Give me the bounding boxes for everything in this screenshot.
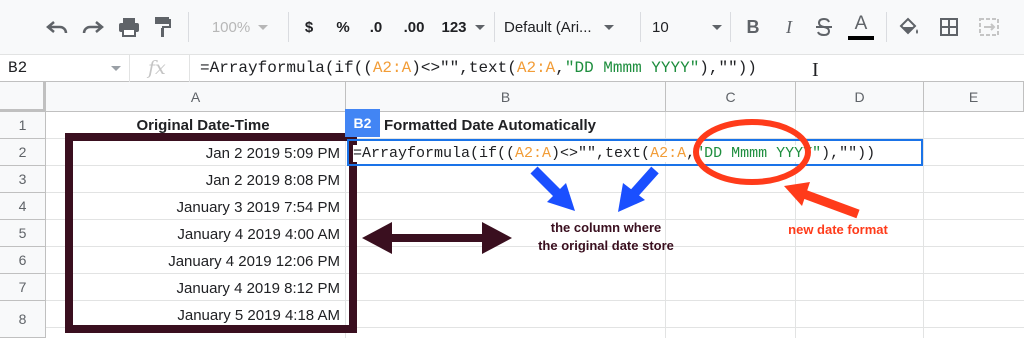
redo-icon[interactable] — [80, 13, 106, 41]
text-color-swatch — [848, 35, 874, 40]
paint-format-icon[interactable] — [150, 13, 176, 41]
font-size-select[interactable]: 10 — [652, 13, 722, 41]
blue-arrow-icon — [530, 166, 575, 211]
chevron-down-icon — [258, 24, 269, 30]
toolbar-divider — [494, 12, 495, 42]
annotation-overlay — [362, 119, 860, 254]
formula-string: "DD Mmmm YYYY" — [564, 59, 700, 77]
toolbar-divider — [640, 12, 641, 42]
toolbar-divider — [886, 12, 887, 42]
spreadsheet-grid: A B C D E 1 2 3 4 5 6 7 8 Original Date-… — [0, 82, 1024, 338]
formula-bar: B2 fx =Arrayformula(if((A2:A)<>"",text(A… — [0, 54, 1024, 82]
fill-color-icon[interactable] — [896, 13, 922, 41]
red-arrow-icon — [784, 182, 860, 219]
formula-part: =Arrayformula(if(( — [200, 59, 373, 77]
text-cursor-icon: I — [812, 59, 819, 81]
blue-arrow-icon — [618, 166, 659, 212]
undo-icon[interactable] — [44, 13, 70, 41]
formula-part: )<>"",text( — [411, 59, 517, 77]
toolbar-divider — [288, 12, 289, 42]
font-size-value: 10 — [652, 18, 669, 36]
toolbar-divider — [188, 12, 189, 42]
formula-part: ),"")) — [699, 59, 757, 77]
more-formats-label: 123 — [441, 18, 467, 36]
fx-icon: fx — [140, 55, 190, 82]
currency-format-button[interactable]: $ — [298, 13, 320, 41]
print-icon[interactable] — [116, 13, 142, 41]
red-highlight-ellipse — [693, 119, 811, 185]
font-family-select[interactable]: Default (Ari... — [504, 13, 634, 41]
zoom-select[interactable]: 100% — [200, 13, 280, 41]
strikethrough-icon[interactable] — [812, 13, 836, 41]
chevron-down-icon — [474, 24, 485, 30]
zoom-value: 100% — [211, 18, 251, 36]
toolbar: 100% $ % .0 .00 123 Default (Ari... 10 B… — [0, 0, 1024, 54]
chevron-down-icon — [603, 24, 614, 30]
formula-part: , — [555, 59, 565, 77]
name-box-value: B2 — [8, 59, 28, 77]
chevron-down-icon — [712, 24, 722, 30]
borders-icon[interactable] — [936, 13, 962, 41]
text-color-button[interactable]: A — [848, 13, 874, 41]
name-box[interactable]: B2 — [0, 55, 130, 82]
font-family-value: Default (Ari... — [504, 18, 592, 36]
italic-button[interactable]: I — [778, 13, 800, 41]
percent-format-button[interactable]: % — [332, 13, 354, 41]
column-note-line1: the column where — [550, 220, 662, 235]
format-note: new date format — [788, 222, 888, 237]
formula-range: A2:A — [372, 59, 412, 77]
text-color-label: A — [854, 12, 868, 34]
column-note-line2: the original date store — [538, 238, 674, 253]
bold-button[interactable]: B — [742, 13, 764, 41]
double-arrow-icon — [362, 222, 512, 254]
increase-decimal-button[interactable]: .00 — [398, 13, 430, 41]
formula-input[interactable]: =Arrayformula(if((A2:A)<>"",text(A2:A,"D… — [200, 59, 757, 77]
toolbar-divider — [730, 12, 731, 42]
chevron-down-icon — [111, 66, 121, 71]
decrease-decimal-button[interactable]: .0 — [362, 13, 390, 41]
formula-range: A2:A — [516, 59, 556, 77]
merge-cells-icon[interactable] — [976, 13, 1002, 41]
more-formats-select[interactable]: 123 — [438, 13, 488, 41]
